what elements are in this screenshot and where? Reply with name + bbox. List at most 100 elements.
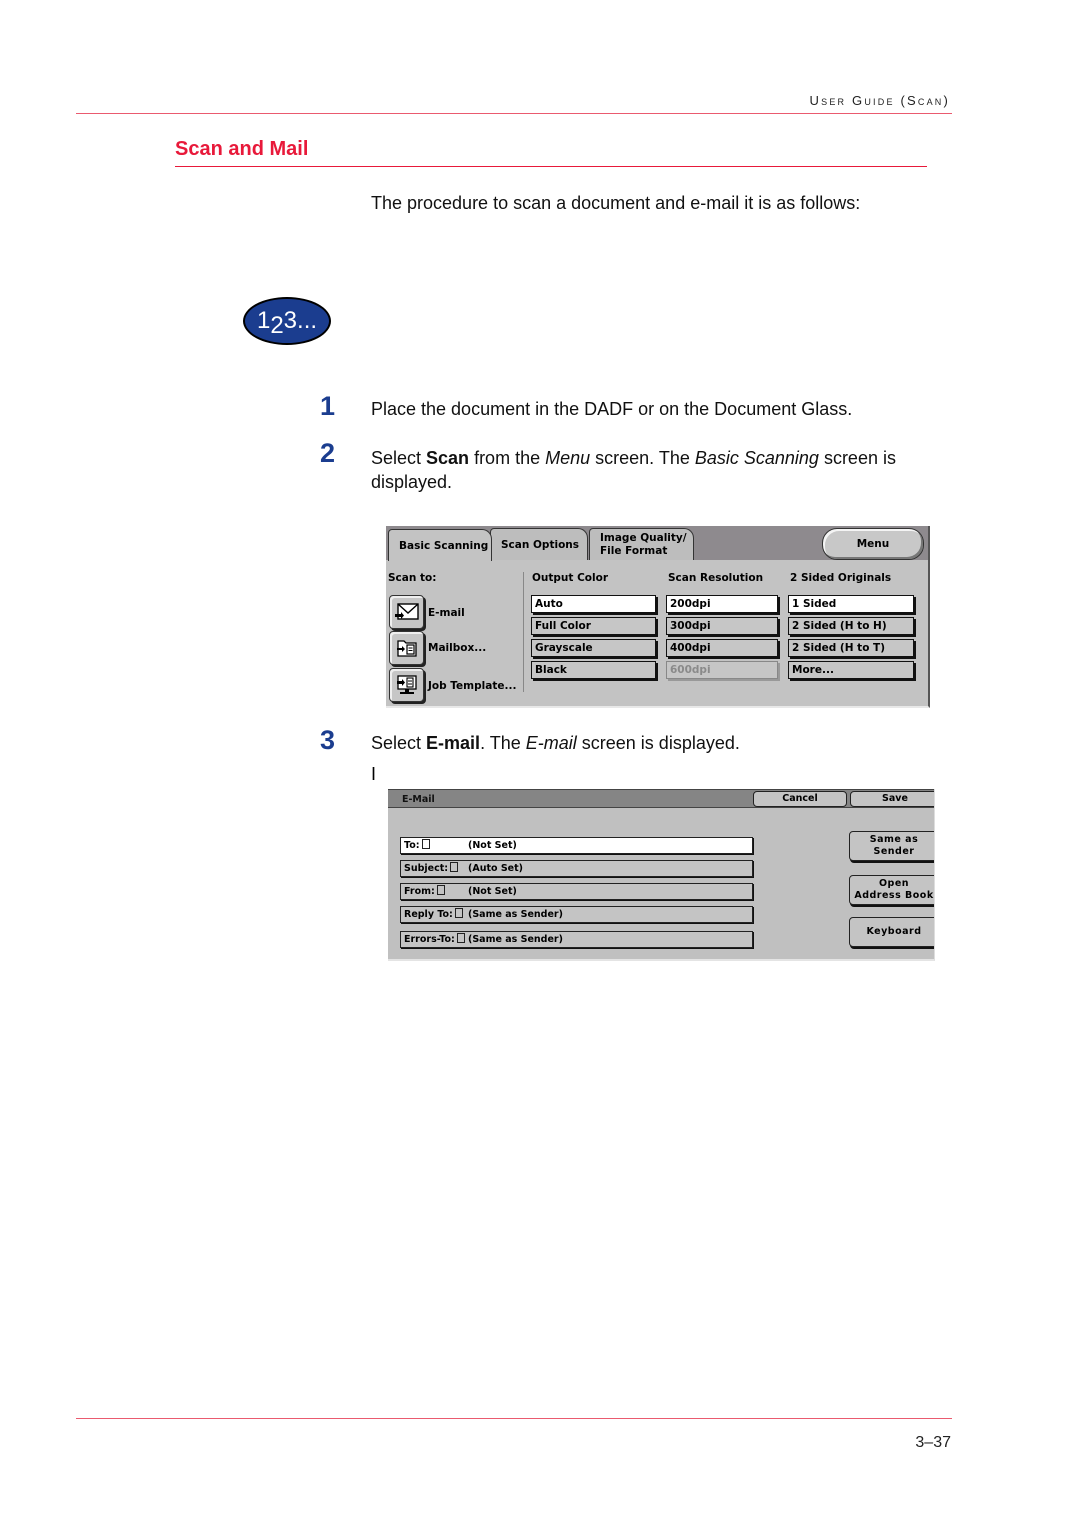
mailbox-icon: [396, 640, 417, 657]
running-head-section: (Scan): [900, 93, 950, 108]
scan-resolution-option-disabled: 600dpi: [666, 661, 778, 679]
tab-scan-options[interactable]: Scan Options: [490, 528, 588, 560]
tab-bar: Scan Options Image Quality/File Format B…: [386, 526, 928, 561]
stray-character: I: [371, 764, 377, 784]
step2-text-part: Select: [371, 448, 427, 468]
column-divider: [523, 572, 524, 692]
step2-italic-basic-scanning: Basic Scanning: [694, 448, 819, 468]
scan-resolution-option[interactable]: 200dpi: [666, 595, 778, 613]
output-color-option[interactable]: Full Color: [531, 617, 656, 635]
field-value: (Not Set): [468, 840, 517, 851]
step2-italic-menu: Menu: [545, 448, 591, 468]
email-destination-label: E-mail: [428, 607, 465, 619]
button-label: Open Address Book: [854, 878, 933, 902]
mailbox-destination-label: Mailbox...: [428, 642, 487, 654]
output-color-option[interactable]: Auto: [531, 595, 656, 613]
tab-label-line2: File Format: [600, 544, 668, 557]
email-title-bar: E-Mail Cancel Save: [388, 789, 934, 808]
scan-resolution-header: Scan Resolution: [668, 572, 764, 584]
keyboard-button[interactable]: Keyboard: [849, 917, 934, 947]
email-field-from[interactable]: From: (Not Set): [400, 883, 753, 900]
output-color-header: Output Color: [532, 572, 608, 584]
field-label: Reply To:: [404, 909, 453, 920]
field-value: (Auto Set): [468, 863, 524, 874]
button-label-line1: Open: [878, 878, 910, 889]
badge-digit-1: 1: [256, 307, 271, 334]
step-text-3: Select E-mail. The E-mail screen is disp…: [371, 733, 740, 754]
step2-text-part: from the: [469, 448, 546, 468]
button-label-line1: Same as: [869, 834, 919, 845]
step-number-1: 1: [320, 391, 336, 421]
email-destination-button[interactable]: [389, 595, 424, 629]
step3-text-part: Select: [371, 733, 427, 753]
output-color-option[interactable]: Grayscale: [531, 639, 656, 657]
step3-text-part: screen is displayed.: [576, 733, 740, 753]
email-field-subject[interactable]: Subject: (Auto Set): [400, 860, 753, 877]
step-text-1: Place the document in the DADF or on the…: [371, 399, 853, 419]
two-sided-option[interactable]: 2 Sided (H to T): [788, 639, 914, 657]
email-screen-title: E-Mail: [402, 794, 435, 805]
email-field-reply-to[interactable]: Reply To: (Same as Sender): [400, 906, 753, 923]
two-sided-option[interactable]: 1 Sided: [788, 595, 914, 613]
step-number-3: 3: [320, 725, 336, 755]
step2-text-part: screen. The: [590, 448, 695, 468]
tab-label: Scan Options: [501, 538, 580, 551]
badge-digit-2: 2: [270, 312, 284, 339]
scan-to-label: Scan to:: [388, 572, 437, 584]
field-label: Errors-To:: [404, 934, 455, 945]
step-text-2: Select Scan from the Menu screen. The Ba…: [371, 446, 961, 494]
procedure-badge-icon: 1 2 3...: [243, 297, 331, 345]
running-head: User Guide (Scan): [810, 93, 950, 108]
two-sided-option[interactable]: 2 Sided (H to H): [788, 617, 914, 635]
mailbox-destination-button[interactable]: [389, 631, 424, 665]
field-label: Subject:: [404, 863, 449, 874]
button-label-line2: Sender: [873, 846, 915, 857]
checkbox-glyph-icon: [454, 908, 463, 918]
checkbox-glyph-icon: [456, 933, 465, 943]
tab-label: Image Quality/File Format: [600, 532, 687, 558]
same-as-sender-button[interactable]: Same as Sender: [849, 831, 934, 861]
checkbox-glyph-icon: [450, 862, 459, 872]
section-title: Scan and Mail: [175, 138, 309, 160]
field-value: (Same as Sender): [468, 909, 563, 920]
footer-rule: [76, 1418, 952, 1419]
intro-text: The procedure to scan a document and e-m…: [371, 193, 861, 213]
tab-image-quality[interactable]: Image Quality/File Format: [589, 528, 694, 560]
two-sided-originals-header: 2 Sided Originals: [790, 572, 892, 584]
checkbox-glyph-icon: [421, 839, 430, 849]
badge-digit-3: 3...: [283, 307, 318, 334]
step2-bold-scan: Scan: [426, 448, 470, 468]
field-value: (Same as Sender): [468, 934, 563, 945]
job-template-destination-label: Job Template...: [428, 680, 517, 692]
open-address-book-button[interactable]: Open Address Book: [849, 875, 934, 905]
cancel-button[interactable]: Cancel: [753, 791, 847, 807]
envelope-icon: [394, 603, 419, 620]
scan-resolution-option[interactable]: 300dpi: [666, 617, 778, 635]
step3-bold-email: E-mail: [426, 733, 481, 753]
job-template-icon: [396, 675, 417, 694]
tab-label: Basic Scanning: [399, 539, 489, 552]
menu-button[interactable]: Menu: [822, 528, 924, 560]
step-number-2: 2: [320, 438, 336, 468]
checkbox-glyph-icon: [436, 885, 445, 895]
email-screenshot: E-Mail Cancel Save To: (Not Set) Subject:…: [388, 789, 935, 961]
scan-resolution-option[interactable]: 400dpi: [666, 639, 778, 657]
email-field-errors-to[interactable]: Errors-To: (Same as Sender): [400, 931, 753, 948]
job-template-destination-button[interactable]: [389, 668, 424, 702]
button-label-line2: Address Book: [854, 890, 934, 901]
button-label: Same as Sender: [870, 834, 918, 858]
two-sided-more-button[interactable]: More...: [788, 661, 914, 679]
email-field-to[interactable]: To: (Not Set): [400, 837, 753, 854]
header-rule: [76, 113, 952, 114]
basic-scanning-screenshot: Scan Options Image Quality/File Format B…: [386, 526, 930, 708]
tab-basic-scanning[interactable]: Basic Scanning: [388, 529, 492, 561]
running-head-title: User Guide: [809, 93, 895, 108]
field-label: From:: [404, 886, 435, 897]
page-number: 3–37: [915, 1434, 951, 1451]
output-color-option[interactable]: Black: [531, 661, 656, 679]
save-button[interactable]: Save: [850, 791, 934, 807]
field-label: To:: [404, 840, 420, 851]
step3-italic-email: E-mail: [525, 733, 577, 753]
field-value: (Not Set): [468, 886, 517, 897]
step3-text-part: . The: [480, 733, 526, 753]
